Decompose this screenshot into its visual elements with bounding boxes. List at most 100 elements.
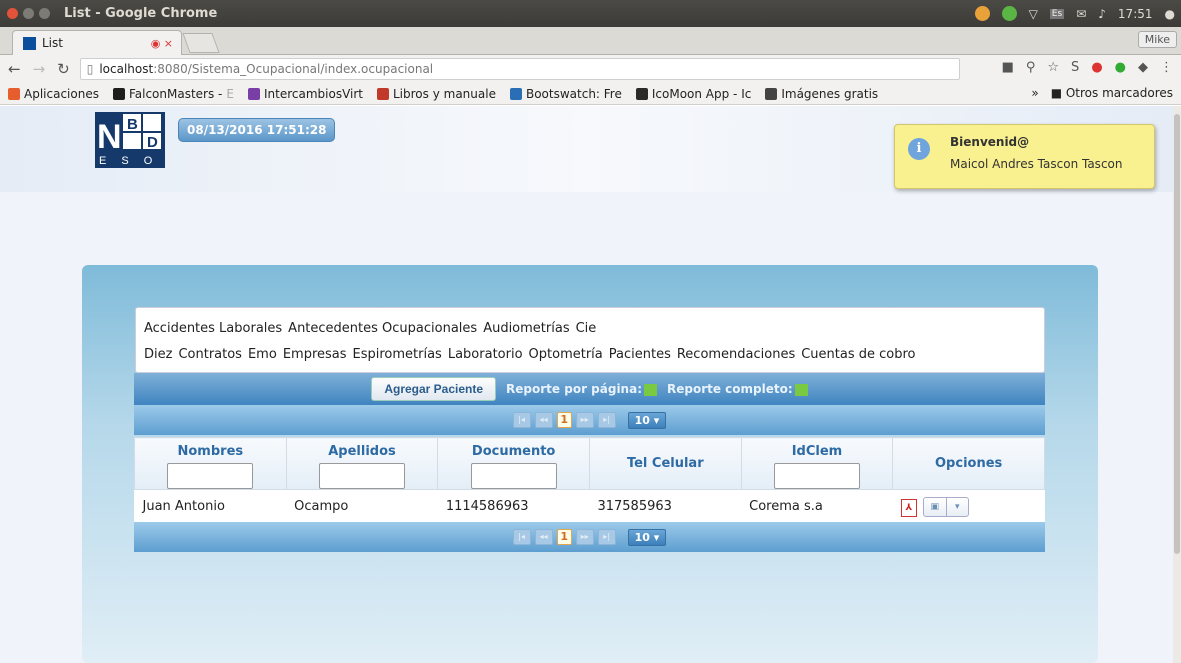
reload-icon[interactable]: ↻ [57, 60, 70, 78]
menu-item[interactable]: Empresas [283, 347, 347, 362]
filter-apellidos-input[interactable] [318, 463, 405, 489]
filter-idclem-input[interactable] [773, 463, 860, 489]
excel-icon[interactable] [644, 383, 657, 396]
prev-page-button[interactable]: ◂◂ [534, 529, 553, 545]
tab-list[interactable]: List ◉ × [12, 30, 182, 55]
window-titlebar: List - Google Chrome ▽ Es ✉ ♪ 17:51 ● [0, 0, 1181, 27]
video-icon[interactable]: ■ [1002, 60, 1014, 75]
settings-icon[interactable]: ● [1165, 7, 1175, 21]
pin-icon[interactable]: ⚲ [1026, 60, 1036, 75]
bottom-paginator: |◂ ◂◂ 1 ▸▸ ▸| 10 ▾ [134, 522, 1045, 552]
menu-item[interactable]: Espirometrías [353, 347, 442, 362]
bookmark-icon [8, 87, 20, 100]
chevron-down-icon[interactable]: ▾ [945, 497, 968, 516]
report-full-label[interactable]: Reporte completo: [667, 382, 808, 396]
close-window-button[interactable] [7, 8, 18, 19]
maximize-window-button[interactable] [39, 8, 50, 19]
bookmark-icon [635, 87, 648, 100]
profile-button[interactable]: Mike [1137, 31, 1177, 48]
logo-letter-d: D [147, 134, 158, 151]
add-patient-button[interactable]: Agregar Paciente [371, 377, 497, 401]
menu-item[interactable]: Recomendaciones [677, 347, 795, 362]
adblock-icon[interactable]: ● [1091, 60, 1102, 75]
keyboard-icon[interactable]: Es [1049, 8, 1065, 19]
bookmark-item[interactable]: IcoMoon App - Ic [635, 87, 751, 101]
menu-item[interactable]: Cuentas de cobro [801, 347, 915, 362]
menu-item[interactable]: Audiometrías [483, 321, 569, 336]
menu-item[interactable]: Pacientes [609, 347, 671, 362]
bookmarks-bar: Aplicaciones FalconMasters - E Intercambio… [0, 83, 1181, 105]
menu-item[interactable]: Emo [248, 347, 277, 362]
filter-nombres-input[interactable] [167, 463, 254, 489]
address-path: :8080/Sistema_Ocupacional/index.ocupacio… [153, 62, 434, 76]
rows-per-page-select[interactable]: 10 ▾ [627, 528, 667, 546]
menu-item[interactable]: Optometría [529, 347, 603, 362]
bookmark-item[interactable]: IntercambiosVirt [247, 87, 363, 101]
view-icon[interactable]: ▣ [924, 498, 946, 516]
clock[interactable]: 17:51 [1118, 7, 1153, 21]
other-bookmarks-folder[interactable]: ■ Otros marcadores [1051, 86, 1173, 100]
bookmark-icon [765, 87, 778, 100]
pdf-icon[interactable]: ⅄ [900, 499, 917, 517]
menu-item[interactable]: Antecedentes Ocupacionales [288, 321, 477, 336]
menu-icon[interactable]: ⋮ [1160, 60, 1173, 75]
report-page-label[interactable]: Reporte por página: [506, 382, 657, 396]
menu-item[interactable]: Laboratorio [448, 347, 523, 362]
scrollbar-thumb[interactable] [1174, 114, 1180, 554]
options-split-button[interactable]: ▣ ▾ [922, 496, 969, 517]
table-row[interactable]: Juan Antonio Ocampo 1114586963 317585963… [134, 489, 1045, 524]
green-tray-icon[interactable] [1001, 6, 1017, 21]
tab-label: List [42, 36, 63, 50]
cell-apellidos: Ocampo [286, 489, 438, 524]
page-scrollbar[interactable] [1173, 106, 1181, 663]
col-idclem: IdClem [740, 437, 894, 490]
info-icon: i [908, 138, 930, 160]
last-page-button[interactable]: ▸| [597, 529, 616, 545]
ext-s-icon[interactable]: S [1071, 60, 1079, 75]
app-logo: N B D E S O [95, 112, 165, 168]
new-tab-button[interactable] [182, 33, 220, 53]
prev-page-button[interactable]: ◂◂ [534, 412, 553, 428]
bookmark-item[interactable]: FalconMasters - E [112, 87, 234, 101]
excel-icon[interactable] [794, 383, 808, 396]
tab-close-icon[interactable]: ◉ × [151, 37, 173, 50]
network-icon[interactable]: ▽ [1029, 7, 1038, 21]
col-tel-celular[interactable]: Tel Celular [588, 437, 742, 490]
chrome-tray-icon[interactable] [974, 6, 990, 21]
address-bar[interactable]: ▯ localhost:8080/Sistema_Ocupacional/inde… [79, 58, 960, 80]
cell-opciones: ⅄ ▣ ▾ [892, 489, 1045, 524]
more-bookmarks-button[interactable]: » [1031, 86, 1038, 100]
mail-icon[interactable]: ✉ [1076, 7, 1086, 21]
menu-item[interactable]: Accidentes Laborales [144, 321, 282, 336]
bookmarks-right: » ■ Otros marcadores [1023, 86, 1173, 100]
bookmark-item[interactable]: Bootswatch: Fre [509, 87, 622, 101]
next-page-button[interactable]: ▸▸ [575, 412, 594, 428]
bookmark-item[interactable]: Aplicaciones [8, 87, 99, 101]
welcome-notification[interactable]: i Bienvenid@ Maicol Andres Tascon Tascon [894, 124, 1155, 189]
shield-icon[interactable]: ◆ [1138, 60, 1148, 75]
page-content: N B D E S O 08/13/2016 17:51:28 i Bienve… [0, 106, 1173, 663]
star-icon[interactable]: ☆ [1047, 60, 1059, 75]
folder-icon: ■ [1050, 86, 1066, 100]
back-icon[interactable]: ← [8, 60, 21, 78]
window-controls[interactable] [7, 8, 50, 19]
col-nombres: Nombres [134, 437, 287, 490]
forward-icon[interactable]: → [33, 60, 46, 78]
minimize-window-button[interactable] [23, 8, 34, 19]
current-page[interactable]: 1 [556, 529, 572, 545]
filter-documento-input[interactable] [470, 463, 557, 489]
rows-per-page-select[interactable]: 10 ▾ [627, 411, 667, 429]
next-page-button[interactable]: ▸▸ [575, 529, 594, 545]
menu-item[interactable]: Contratos [178, 347, 242, 362]
first-page-button[interactable]: |◂ [512, 412, 531, 428]
first-page-button[interactable]: |◂ [512, 529, 531, 545]
bookmark-item[interactable]: Libros y manuale [377, 87, 496, 101]
leaf-icon[interactable]: ● [1115, 60, 1126, 75]
top-paginator: |◂ ◂◂ 1 ▸▸ ▸| 10 ▾ [134, 405, 1045, 435]
bookmark-icon [377, 87, 389, 100]
volume-icon[interactable]: ♪ [1098, 7, 1106, 21]
last-page-button[interactable]: ▸| [597, 412, 616, 428]
current-page[interactable]: 1 [556, 412, 572, 428]
bookmark-item[interactable]: Imágenes gratis [765, 87, 878, 101]
col-apellidos: Apellidos [285, 437, 439, 490]
